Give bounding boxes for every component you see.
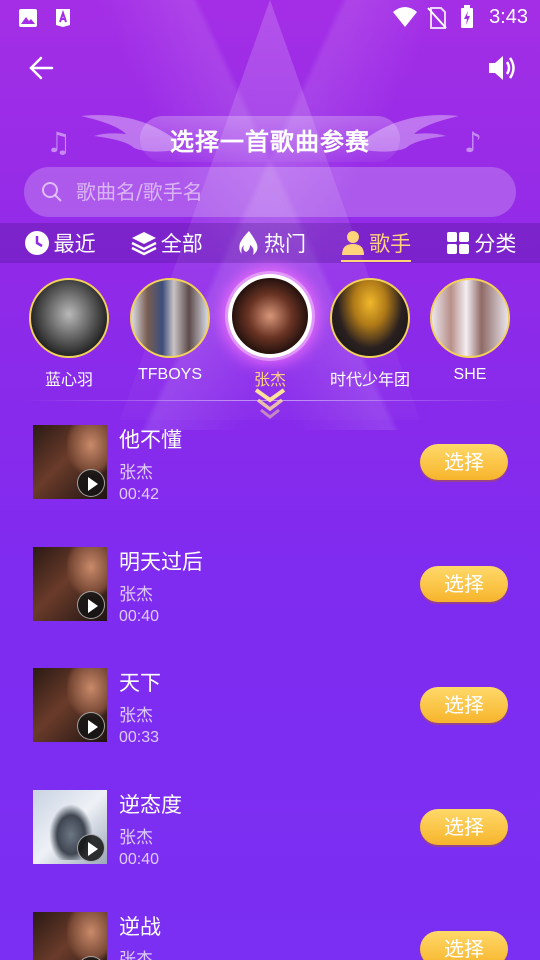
search-input[interactable] <box>76 167 496 217</box>
tab-label: 全部 <box>160 232 203 256</box>
song-duration: 00:42 <box>119 486 160 503</box>
play-icon[interactable] <box>77 712 105 740</box>
tab-all[interactable]: 全部 <box>131 223 203 263</box>
tab-label: 最近 <box>53 232 96 256</box>
tab-hot[interactable]: 热门 <box>238 223 306 263</box>
tab-label: 歌手 <box>369 232 412 256</box>
person-icon <box>342 231 365 255</box>
singer-name: 时代少年团 <box>329 372 410 389</box>
tab-label: 热门 <box>263 232 306 256</box>
singer-item[interactable]: 张杰 <box>220 270 320 390</box>
select-button[interactable]: 选择 <box>420 809 508 845</box>
album-cover <box>33 425 107 499</box>
play-icon[interactable] <box>77 591 105 619</box>
singer-item[interactable]: SHE <box>420 270 520 384</box>
list-item[interactable]: 逆态度 张杰 00:40 选择 <box>0 775 540 885</box>
tab-singer[interactable]: 歌手 <box>341 223 412 263</box>
status-time: 3:43 <box>489 6 528 28</box>
list-item[interactable]: 天下 张杰 00:33 选择 <box>0 653 540 763</box>
song-title: 天下 <box>119 671 161 695</box>
song-title: 逆战 <box>119 915 161 939</box>
singer-name: 蓝心羽 <box>44 372 93 389</box>
song-artist: 张杰 <box>119 585 153 605</box>
grid-icon <box>447 232 470 254</box>
page-title-banner: ♫ ♪ 选择一首歌曲参赛 <box>0 108 540 168</box>
album-cover <box>33 912 107 960</box>
album-cover <box>33 668 107 742</box>
wifi-icon <box>393 7 417 27</box>
singer-item[interactable]: 时代少年团 <box>320 270 420 390</box>
song-artist: 张杰 <box>119 950 153 960</box>
song-title: 逆态度 <box>119 793 182 817</box>
flame-icon <box>239 231 258 255</box>
search-bar[interactable] <box>24 167 516 217</box>
singer-carousel: 蓝心羽 TFBOYS 张杰 时代少年团 SHE <box>0 270 540 400</box>
list-item[interactable]: 他不懂 张杰 00:42 选择 <box>0 410 540 520</box>
song-artist: 张杰 <box>119 463 153 483</box>
app-store-icon <box>56 9 70 27</box>
avatar <box>330 278 410 358</box>
clock-icon <box>24 231 49 255</box>
search-icon <box>42 182 62 202</box>
song-artist: 张杰 <box>119 828 153 848</box>
song-duration: 00:33 <box>119 729 160 746</box>
singer-item[interactable]: 蓝心羽 <box>19 270 119 390</box>
song-artist: 张杰 <box>119 706 153 726</box>
play-icon[interactable] <box>77 834 105 862</box>
select-button[interactable]: 选择 <box>420 687 508 723</box>
list-item[interactable]: 明天过后 张杰 00:40 选择 <box>0 532 540 642</box>
tab-recent[interactable]: 最近 <box>24 223 96 263</box>
play-icon[interactable] <box>77 469 105 497</box>
tab-category[interactable]: 分类 <box>446 223 516 263</box>
singer-name: TFBOYS <box>137 366 202 383</box>
avatar <box>130 278 210 358</box>
image-icon <box>19 9 37 27</box>
select-button[interactable]: 选择 <box>420 931 508 960</box>
song-title: 他不懂 <box>119 428 182 452</box>
no-sim-icon <box>427 7 447 29</box>
select-button[interactable]: 选择 <box>420 566 508 602</box>
select-button[interactable]: 选择 <box>420 444 508 480</box>
list-item[interactable]: 逆战 张杰 选择 <box>0 897 540 960</box>
speaker-icon[interactable] <box>486 52 518 84</box>
page-title: 选择一首歌曲参赛 <box>170 128 370 156</box>
category-tabs: 最近 全部 热门 歌手 分类 <box>0 223 540 263</box>
avatar <box>228 274 312 358</box>
tab-label: 分类 <box>474 232 517 256</box>
song-duration: 00:40 <box>119 608 160 625</box>
singer-name: SHE <box>453 366 487 383</box>
avatar <box>29 278 109 358</box>
avatar <box>430 278 510 358</box>
layers-icon <box>131 232 157 256</box>
battery-charging-icon <box>461 5 473 28</box>
singer-item[interactable]: TFBOYS <box>120 270 220 384</box>
album-cover <box>33 790 107 864</box>
song-title: 明天过后 <box>119 550 203 574</box>
song-duration: 00:40 <box>119 851 160 868</box>
status-bar: 3:43 <box>0 0 540 36</box>
album-cover <box>33 547 107 621</box>
arrow-left-icon[interactable] <box>26 52 58 84</box>
